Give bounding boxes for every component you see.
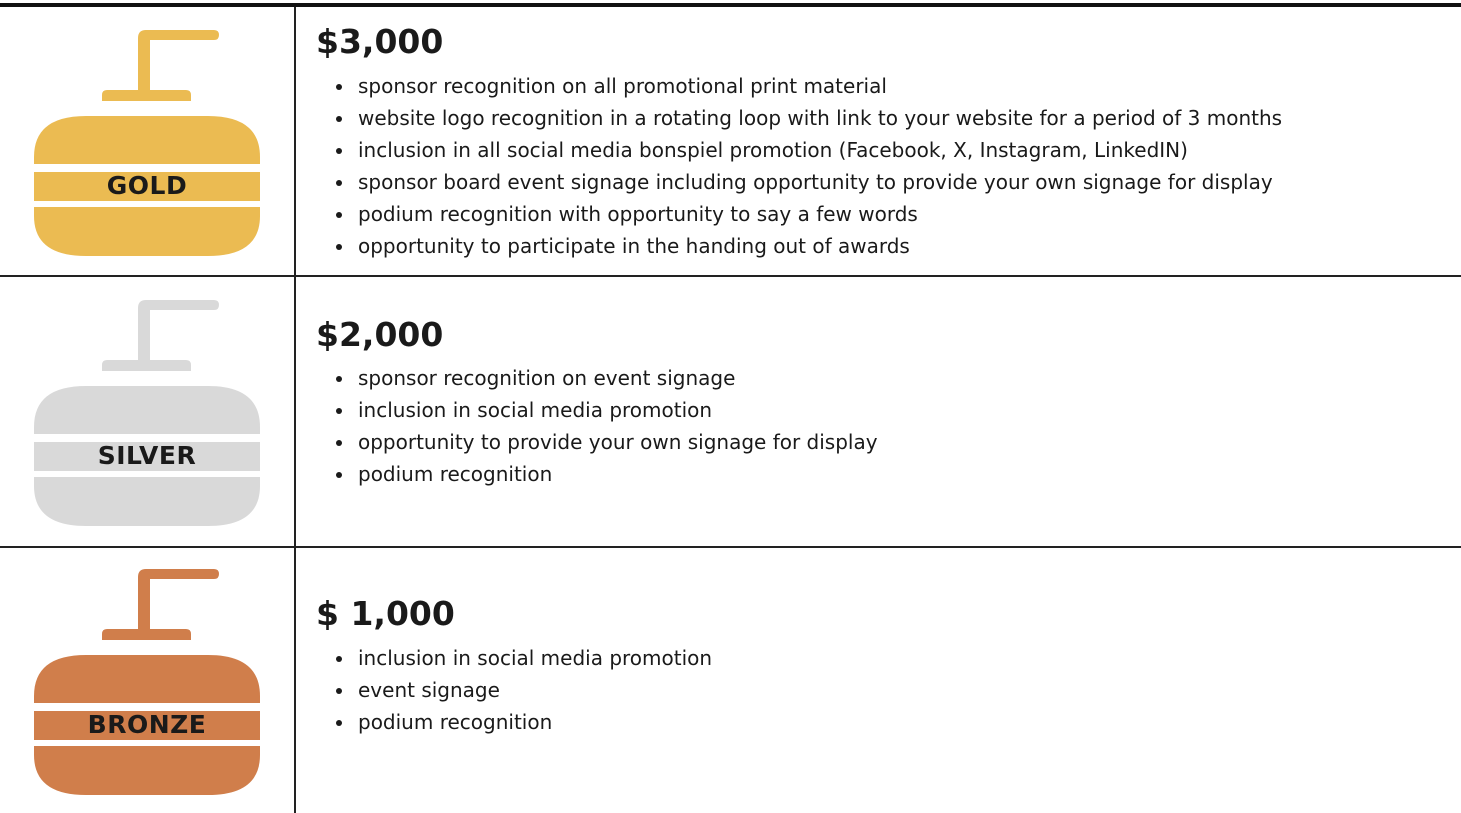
bronze-stone: BRONZE: [34, 569, 260, 797]
row-divider-2: [0, 546, 1461, 548]
benefit-item: inclusion in social media promotion: [336, 394, 878, 426]
tier-price: $2,000: [316, 315, 444, 354]
benefit-item: event signage: [336, 674, 712, 706]
benefit-item: podium recognition with opportunity to s…: [336, 198, 1282, 230]
column-divider: [294, 7, 296, 813]
benefit-item: sponsor recognition on all promotional p…: [336, 70, 1282, 102]
benefit-item: inclusion in social media promotion: [336, 642, 712, 674]
benefit-item: podium recognition: [336, 706, 712, 738]
benefit-list: sponsor recognition on all promotional p…: [336, 70, 1282, 262]
tier-label: SILVER: [97, 441, 197, 470]
top-border: [0, 3, 1461, 7]
silver-stone: SILVER: [34, 300, 260, 528]
benefit-item: website logo recognition in a rotating l…: [336, 102, 1282, 134]
benefit-item: sponsor recognition on event signage: [336, 362, 878, 394]
benefit-item: opportunity to provide your own signage …: [336, 426, 878, 458]
benefit-item: podium recognition: [336, 458, 878, 490]
row-divider-1: [0, 275, 1461, 277]
benefit-list: sponsor recognition on event signage inc…: [336, 362, 878, 490]
gold-stone: GOLD: [34, 30, 260, 258]
tier-price: $ 1,000: [316, 594, 455, 633]
tier-label: BRONZE: [87, 710, 207, 739]
curling-stone-icon: [34, 569, 260, 795]
benefit-list: inclusion in social media promotion even…: [336, 642, 712, 738]
benefit-item: opportunity to participate in the handin…: [336, 230, 1282, 262]
curling-stone-icon: [34, 30, 260, 256]
tier-price: $3,000: [316, 22, 444, 61]
benefit-item: sponsor board event signage including op…: [336, 166, 1282, 198]
curling-stone-icon: [34, 300, 260, 526]
benefit-item: inclusion in all social media bonspiel p…: [336, 134, 1282, 166]
tier-label: GOLD: [106, 171, 188, 200]
